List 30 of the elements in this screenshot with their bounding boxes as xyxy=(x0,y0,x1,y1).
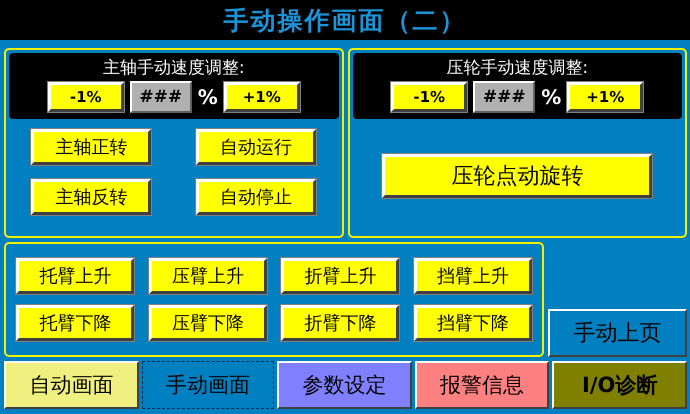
nav-tab[interactable]: I/O诊断 xyxy=(552,361,687,409)
decrease-button[interactable]: -1% xyxy=(48,82,124,112)
speed-label: 压轮手动速度调整: xyxy=(446,57,588,79)
increase-button[interactable]: +1% xyxy=(567,82,644,112)
decrease-button[interactable]: -1% xyxy=(391,82,468,112)
speed-value-field[interactable]: ### xyxy=(130,81,192,113)
arm-button[interactable]: 托臂下降 xyxy=(16,305,134,341)
arm-button[interactable]: 挡臂下降 xyxy=(414,305,532,341)
arm-button[interactable]: 挡臂上升 xyxy=(414,258,532,294)
page-up-button[interactable]: 手动上页 xyxy=(548,309,687,357)
control-button[interactable]: 自动停止 xyxy=(196,179,316,215)
nav-tab[interactable]: 自动画面 xyxy=(4,361,139,409)
control-button[interactable]: 主轴正转 xyxy=(31,129,152,165)
unit-label: % xyxy=(541,85,562,109)
control-button[interactable]: 压轮点动旋转 xyxy=(382,154,652,198)
nav-tab[interactable]: 手动画面 xyxy=(142,361,274,409)
arm-button[interactable]: 折臂下降 xyxy=(281,305,400,341)
arm-button[interactable]: 压臂下降 xyxy=(148,305,267,341)
arm-button[interactable]: 折臂上升 xyxy=(281,258,400,294)
arm-button[interactable]: 托臂上升 xyxy=(16,258,134,294)
unit-label: % xyxy=(198,85,218,109)
speed-value-field[interactable]: ### xyxy=(473,81,536,113)
arm-button[interactable]: 压臂上升 xyxy=(148,258,267,294)
nav-tab[interactable]: 参数设定 xyxy=(277,361,412,409)
control-button[interactable]: 主轴反转 xyxy=(31,179,152,215)
nav-tab[interactable]: 报警信息 xyxy=(414,361,550,409)
speed-label: 主轴手动速度调整: xyxy=(102,57,245,79)
screen-title: 手动操作画面（二） xyxy=(224,4,466,36)
increase-button[interactable]: +1% xyxy=(224,82,300,112)
control-button[interactable]: 自动运行 xyxy=(196,129,316,165)
